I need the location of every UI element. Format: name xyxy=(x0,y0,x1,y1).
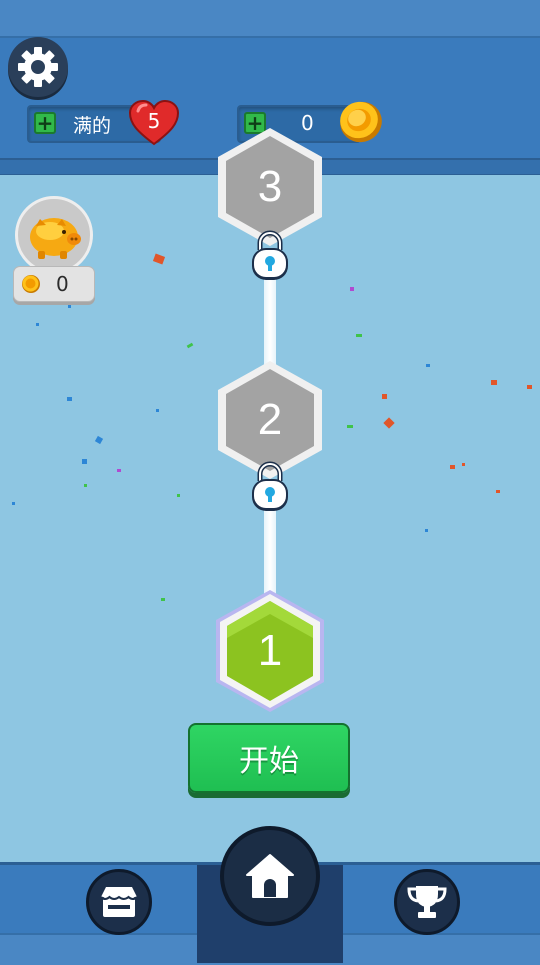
confetti-piece xyxy=(94,435,104,445)
confetti-piece xyxy=(84,484,87,487)
confetti-piece xyxy=(12,502,15,505)
settings-button[interactable] xyxy=(8,37,68,97)
level-number: 1 xyxy=(257,626,283,675)
home-icon xyxy=(246,854,294,898)
coin-icon xyxy=(337,97,385,145)
confetti-piece xyxy=(496,490,500,493)
lock-icon xyxy=(252,230,288,280)
piggy-bank-value: 0 xyxy=(56,272,69,296)
nav-home-button[interactable] xyxy=(220,826,320,926)
top-bar-stripe xyxy=(0,0,540,38)
confetti-piece xyxy=(36,323,39,326)
confetti-piece xyxy=(117,469,121,472)
confetti-piece xyxy=(186,342,194,349)
add-lives-button[interactable]: + xyxy=(34,112,56,134)
piggy-bank-icon xyxy=(30,218,81,259)
confetti-piece xyxy=(426,364,430,367)
confetti-piece xyxy=(82,459,87,464)
confetti-piece xyxy=(350,287,354,291)
shop-icon xyxy=(100,887,138,917)
confetti-piece xyxy=(356,334,362,337)
heart-icon: 5 xyxy=(128,99,180,147)
start-button[interactable]: 开始 xyxy=(188,723,350,793)
confetti-piece xyxy=(156,409,159,412)
trophy-icon xyxy=(407,886,447,918)
coin-icon xyxy=(22,275,40,293)
lives-status-label: 满的 xyxy=(73,115,112,137)
confetti-piece xyxy=(425,529,428,532)
confetti-piece xyxy=(383,417,395,429)
confetti-piece xyxy=(161,598,165,601)
confetti-piece xyxy=(347,425,353,428)
level-node-1[interactable]: 1 xyxy=(214,588,326,714)
confetti-piece xyxy=(462,463,465,466)
lock-icon xyxy=(252,461,288,511)
confetti-piece xyxy=(450,465,455,469)
piggy-bank-button[interactable] xyxy=(15,196,93,274)
confetti-piece xyxy=(177,494,180,497)
confetti-piece xyxy=(152,253,166,265)
confetti-piece xyxy=(68,305,71,308)
gear-icon xyxy=(18,47,58,87)
piggy-bank-amount: 0 xyxy=(13,266,95,302)
confetti-piece xyxy=(527,385,532,389)
confetti-piece xyxy=(382,394,387,399)
confetti-piece xyxy=(67,397,72,401)
confetti-piece xyxy=(491,380,497,385)
lives-count: 5 xyxy=(147,109,161,133)
nav-shop-button[interactable] xyxy=(86,869,152,935)
nav-trophy-button[interactable] xyxy=(394,869,460,935)
